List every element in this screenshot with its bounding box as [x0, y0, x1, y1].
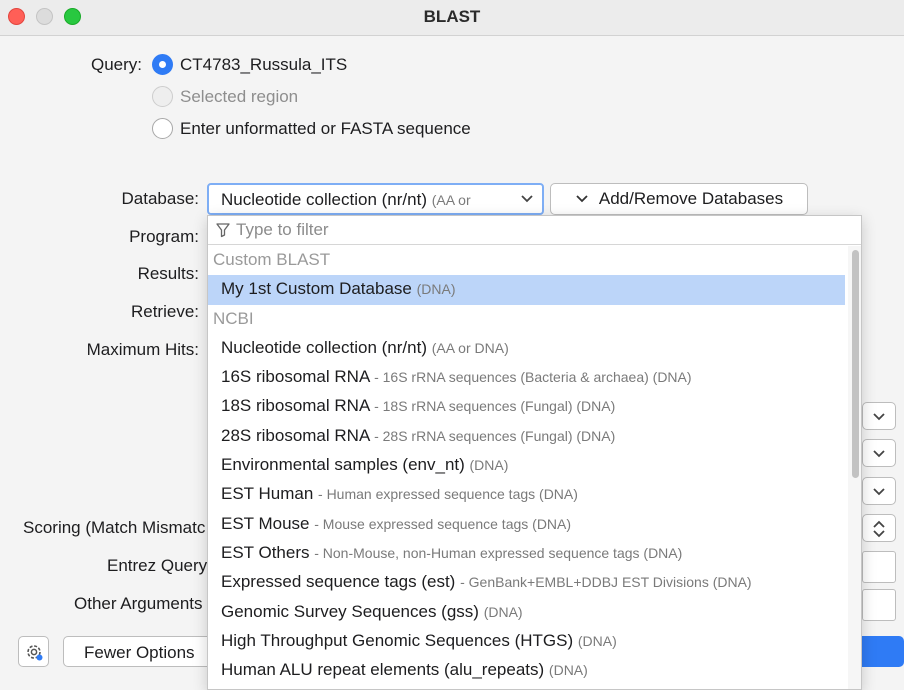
list-item[interactable]: Nucleotide collection (nr/nt) (AA or DNA… — [208, 334, 848, 363]
max-hits-label: Maximum Hits: — [86, 340, 199, 359]
list-item[interactable]: Expressed sequence tags (est) - GenBank+… — [208, 568, 848, 597]
chevron-down-icon — [873, 488, 885, 496]
program-label: Program: — [129, 227, 199, 246]
filter-icon — [216, 223, 230, 238]
list-item-description: (DNA) — [469, 457, 509, 474]
list-item-label: EST Others — [221, 542, 310, 562]
blast-dialog: BLAST Query: CT4783_Russula_ITS Selected… — [0, 0, 904, 690]
list-group-header: Custom BLAST — [213, 250, 331, 269]
filter-input[interactable]: Type to filter — [208, 216, 861, 245]
list-item-label: Genomic Survey Sequences (gss) — [221, 601, 479, 621]
list-item-label: 18S ribosomal RNA — [221, 396, 370, 416]
filter-placeholder: Type to filter — [236, 220, 329, 239]
add-remove-databases-button[interactable]: Add/Remove Databases — [550, 183, 808, 215]
list-item-label: Nucleotide collection (nr/nt) — [221, 337, 427, 357]
list-item-description: - Human expressed sequence tags (DNA) — [318, 486, 578, 503]
list-item-description: - GenBank+EMBL+DDBJ EST Divisions (DNA) — [460, 574, 752, 591]
chevron-down-icon — [873, 413, 885, 421]
right-dropdown-3[interactable] — [862, 477, 896, 505]
list-item-label: High Throughput Genomic Sequences (HTGS) — [221, 630, 574, 650]
list-item[interactable]: 18S ribosomal RNA - 18S rRNA sequences (… — [208, 392, 848, 421]
chevron-down-icon — [873, 450, 885, 458]
list-item[interactable]: 28S ribosomal RNA - 28S rRNA sequences (… — [208, 422, 848, 451]
gear-icon — [27, 645, 43, 661]
database-select-value: Nucleotide collection (nr/nt) — [221, 190, 427, 209]
database-dropdown-menu: Type to filter Custom BLAST My 1st Custom… — [207, 215, 862, 690]
list-item[interactable]: EST Human - Human expressed sequence tag… — [208, 480, 848, 509]
list-item[interactable]: EST Others - Non-Mouse, non-Human expres… — [208, 539, 848, 568]
up-down-arrows-icon — [873, 520, 885, 538]
list-item-description: - Non-Mouse, non-Human expressed sequenc… — [314, 544, 683, 561]
list-item-description: (DNA) — [548, 662, 588, 679]
scoring-label: Scoring (Match Mismatc — [23, 518, 206, 537]
radio-unselected-icon[interactable] — [152, 118, 173, 139]
title-bar: BLAST — [0, 0, 904, 36]
list-item[interactable]: Human ALU repeat elements (alu_repeats) … — [208, 656, 848, 685]
list-item-description: (DNA) — [577, 632, 617, 649]
list-item[interactable]: Genomic Survey Sequences (gss) (DNA) — [208, 598, 848, 627]
database-select-sub: (AA or — [431, 192, 471, 208]
radio-disabled-icon — [152, 86, 173, 107]
retrieve-label: Retrieve: — [130, 302, 199, 321]
results-label: Results: — [137, 264, 199, 283]
list-item[interactable]: My 1st Custom Database (DNA) — [208, 275, 845, 305]
list-item-description: (DNA) — [416, 281, 456, 298]
list-item-label: 16S ribosomal RNA — [221, 367, 370, 387]
database-label: Database: — [121, 189, 200, 208]
other-arguments-input[interactable] — [862, 589, 896, 621]
list-item-description: (AA or DNA) — [431, 339, 509, 356]
query-option-fasta[interactable]: Enter unformatted or FASTA sequence — [152, 118, 471, 139]
list-item-label: EST Human — [221, 484, 314, 504]
list-item-description: - Mouse expressed sequence tags (DNA) — [314, 515, 572, 532]
entrez-query-label: Entrez Query — [107, 556, 208, 575]
database-select[interactable]: Nucleotide collection (nr/nt) (AA or — [207, 183, 544, 215]
fewer-options-button[interactable]: Fewer Options — [63, 636, 223, 667]
list-item[interactable]: 16S ribosomal RNA - 16S rRNA sequences (… — [208, 363, 848, 392]
list-item[interactable]: Environmental samples (env_nt) (DNA) — [208, 451, 848, 480]
list-item-label: EST Mouse — [221, 513, 310, 533]
window-title: BLAST — [423, 7, 481, 26]
query-option-label: Selected region — [180, 86, 299, 106]
radio-selected-icon[interactable] — [152, 54, 173, 75]
chevron-down-icon — [521, 195, 533, 203]
scoring-stepper[interactable] — [862, 514, 896, 542]
query-option-selected-region: Selected region — [152, 86, 298, 107]
query-option-label: CT4783_Russula_ITS — [180, 54, 348, 74]
list-item-label: Human ALU repeat elements (alu_repeats) — [221, 660, 545, 680]
query-option-label: Enter unformatted or FASTA sequence — [180, 118, 471, 138]
list-item-description: - 28S rRNA sequences (Fungal) (DNA) — [374, 427, 616, 444]
scrollbar-thumb[interactable] — [852, 250, 859, 478]
query-label: Query: — [90, 55, 142, 74]
entrez-query-input[interactable] — [862, 551, 896, 583]
list-item-label: Environmental samples (env_nt) — [221, 455, 465, 475]
right-dropdown-1[interactable] — [862, 402, 896, 430]
list-item-label: My 1st Custom Database — [221, 279, 412, 299]
right-dropdown-2[interactable] — [862, 439, 896, 467]
other-arguments-label: Other Arguments — [74, 594, 203, 613]
dropdown-scrollbar[interactable] — [848, 246, 861, 689]
chevron-down-icon — [576, 195, 588, 203]
list-item-description: - 16S rRNA sequences (Bacteria & archaea… — [374, 369, 692, 386]
list-item-label: 28S ribosomal RNA — [221, 425, 370, 445]
list-item-description: - 18S rRNA sequences (Fungal) (DNA) — [374, 398, 616, 415]
settings-button[interactable] — [18, 636, 49, 667]
add-remove-databases-label: Add/Remove Databases — [598, 189, 784, 208]
database-list: Custom BLAST My 1st Custom Database (DNA)… — [208, 246, 848, 685]
list-item-description: (DNA) — [483, 603, 523, 620]
query-option-current[interactable]: CT4783_Russula_ITS — [152, 54, 347, 75]
list-group-header: NCBI — [213, 308, 254, 328]
list-item[interactable]: EST Mouse - Mouse expressed sequence tag… — [208, 510, 848, 539]
list-item[interactable]: High Throughput Genomic Sequences (HTGS)… — [208, 627, 848, 656]
list-item-label: Expressed sequence tags (est) — [221, 572, 456, 592]
